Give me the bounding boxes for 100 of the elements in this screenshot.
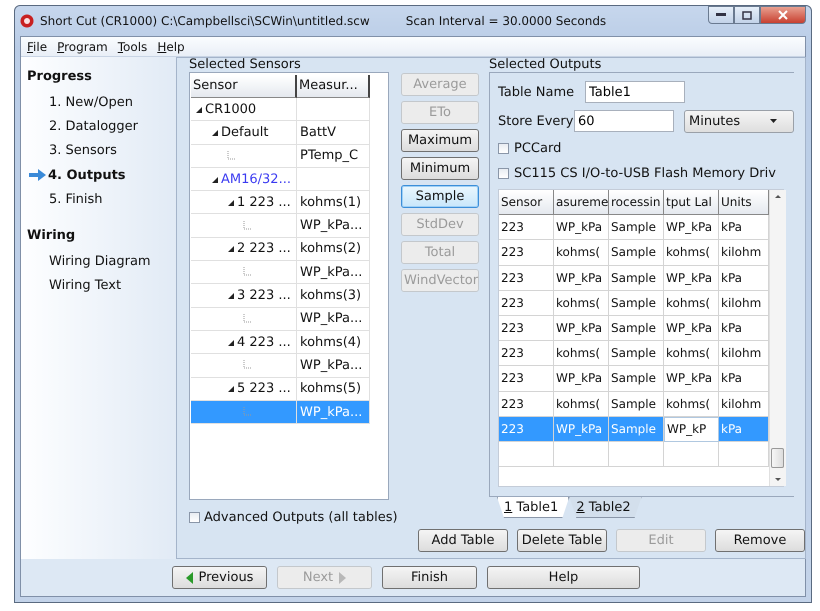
table-action-button[interactable]: Delete Table [517, 529, 607, 552]
scrollbar[interactable] [769, 190, 786, 486]
minimize-button[interactable] [708, 6, 734, 24]
wiring-link[interactable]: Wiring Diagram [27, 248, 176, 274]
store-every-field[interactable]: 60 [574, 110, 674, 132]
grid-row[interactable]: 223 WP_kPa Sample WP_kPa kPa [499, 316, 769, 342]
tree-row[interactable]: AM16/32... [191, 168, 388, 192]
table-cell: kohms( [554, 240, 609, 266]
processing-button[interactable]: Minimum [401, 157, 479, 180]
column-header[interactable]: asureme [554, 190, 609, 216]
grid-row[interactable]: 223 WP_kPa Sample WP_kPa kPa [499, 215, 769, 240]
menu-item[interactable]: Program [53, 40, 112, 54]
table-cell: 223 [499, 316, 554, 342]
nav-button[interactable]: Finish [382, 566, 477, 589]
grid-row[interactable]: 223 kohms( Sample kohms( kilohm [499, 290, 769, 316]
processing-button[interactable]: Sample [401, 185, 479, 208]
tree-node-label: AM16/32... [221, 172, 291, 187]
progress-step[interactable]: 1. New/Open [27, 90, 176, 114]
section-label: Selected Sensors [189, 58, 302, 72]
scan-interval: Scan Interval = 30.0000 Seconds [406, 14, 606, 28]
nav-button[interactable]: Previous [172, 566, 267, 589]
table-cell: Sample [609, 366, 664, 392]
table-cell: WP_kPa [664, 266, 719, 291]
expand-icon[interactable] [227, 198, 236, 207]
expand-icon[interactable] [227, 338, 236, 347]
table-cell: Sample [609, 316, 664, 342]
grid-row[interactable]: 223 WP_kPa Sample WP_kPa kPa [499, 266, 769, 291]
measurement-label: kohms(1) [300, 194, 362, 210]
tree-node-label: 4 223 ... [237, 334, 291, 350]
tree-node-label: 5 223 ... [237, 381, 291, 396]
expand-icon[interactable] [227, 244, 236, 254]
tree-row[interactable]: Default BattV [191, 121, 388, 145]
menu-item[interactable]: File [23, 40, 52, 54]
table-cell: 223 [499, 366, 554, 392]
forward-arrow-icon [339, 572, 346, 584]
table-cell: 223 [499, 341, 554, 366]
app-icon [20, 14, 34, 28]
nav-button[interactable]: Help [487, 566, 640, 589]
checkbox[interactable] [189, 512, 200, 523]
tree-connector-icon [243, 267, 252, 278]
tree-row[interactable]: WP_kPa... [191, 214, 388, 238]
unit-dropdown[interactable]: Minutes [684, 110, 794, 132]
measurement-label: kohms(3) [300, 288, 362, 304]
menu-item[interactable]: Tools [114, 40, 152, 54]
menu-item[interactable]: Help [153, 40, 189, 54]
tree-row[interactable]: CR1000 [191, 98, 388, 122]
grid-row[interactable]: 223 kohms( Sample kohms( kilohm [499, 240, 769, 266]
tree-row[interactable]: 3 223 ... kohms(3) [191, 284, 388, 308]
column-header[interactable]: Sensor [499, 190, 554, 216]
expand-icon[interactable] [227, 384, 236, 394]
tree-row[interactable]: WP_kPa... [191, 261, 388, 284]
table-cell: kohms( [664, 240, 719, 266]
expand-icon[interactable] [211, 128, 220, 137]
measurement-label: WP_kPa... [300, 218, 362, 234]
table-cell: kPa [719, 416, 769, 442]
tree-node-label: 1 223 ... [237, 194, 291, 210]
tree-row[interactable]: WP_kPa... [191, 354, 388, 378]
table-cell: kohms( [664, 290, 719, 316]
tree-row[interactable]: 1 223 ... kohms(1) [191, 191, 388, 214]
expand-icon[interactable] [195, 104, 204, 114]
processing-button[interactable]: Maximum [401, 129, 479, 152]
progress-step[interactable]: 3. Sensors [27, 138, 176, 164]
grid-row[interactable]: 223 kohms( Sample kohms( kilohm [499, 341, 769, 366]
expand-icon[interactable] [227, 291, 236, 300]
expand-icon[interactable] [211, 174, 220, 184]
table-action-button[interactable]: Add Table [418, 529, 508, 552]
close-button[interactable] [760, 6, 806, 24]
sidebar-heading: Wiring [27, 228, 76, 243]
maximize-button[interactable] [734, 6, 760, 24]
table-name-field[interactable]: Table1 [585, 81, 685, 103]
column-header[interactable]: Units [719, 190, 769, 216]
progress-step[interactable]: 5. Finish [27, 188, 176, 212]
grid-row[interactable]: 223 WP_kPa Sample WP_kPa kPa [499, 366, 769, 392]
tree-row[interactable]: WP_kPa... [191, 308, 388, 331]
checkbox[interactable] [498, 168, 509, 178]
scrollbar-thumb[interactable] [771, 448, 784, 468]
tree-connector-icon [243, 360, 252, 370]
table-cell: 223 [499, 215, 554, 240]
tree-row[interactable]: 2 223 ... kohms(2) [191, 238, 388, 262]
grid-row[interactable]: 223 WP_kPa Sample WP_kP kPa [499, 416, 769, 442]
tree-connector-icon [227, 150, 236, 161]
wiring-link[interactable]: Wiring Text [27, 273, 176, 298]
column-header[interactable]: Sensor [191, 75, 297, 98]
table-cell: Sample [609, 266, 664, 291]
table-cell: Sample [609, 240, 664, 266]
tree-row[interactable]: PTemp_C [191, 144, 388, 168]
progress-step[interactable]: 2. Datalogger [27, 114, 176, 139]
table-tab[interactable]: 2 Table2 [569, 497, 642, 518]
tree-row[interactable]: 4 223 ... kohms(4) [191, 330, 388, 354]
table-tab[interactable]: 1 Table1 [497, 497, 570, 518]
column-header[interactable]: tput Lal [664, 190, 719, 216]
table-cell: Sample [609, 416, 664, 442]
table-cell: kohms( [664, 341, 719, 366]
tree-connector-icon [243, 220, 252, 231]
column-header[interactable]: Measur... [297, 75, 370, 98]
table-action-button[interactable]: Remove [715, 529, 805, 552]
table-cell: WP_kPa [554, 366, 609, 392]
column-header[interactable]: rocessin [609, 190, 664, 216]
progress-step[interactable]: 4. Outputs [27, 163, 176, 188]
checkbox[interactable] [498, 142, 509, 154]
